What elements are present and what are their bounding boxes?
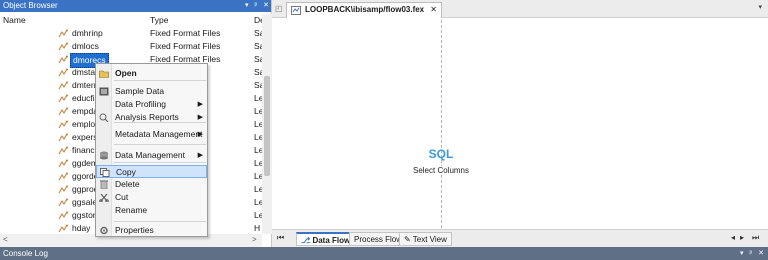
vertical-scrollbar[interactable] <box>262 14 272 234</box>
tab-list-icon[interactable]: ◰ <box>275 4 283 13</box>
panel-pin-icon[interactable]: ᵖ <box>749 247 752 260</box>
synonym-icon <box>58 159 68 168</box>
sql-node-title[interactable]: SQL <box>408 147 474 161</box>
tab-label: Text View <box>412 235 447 244</box>
copy-icon <box>100 168 110 177</box>
menu-item-delete[interactable]: Delete <box>96 178 207 191</box>
menu-separator <box>114 122 206 123</box>
synonym-icon <box>58 68 68 77</box>
document-tab-label: LOOPBACK\ibisamp/flow03.fex <box>305 5 425 14</box>
synonym-icon <box>58 107 68 116</box>
menu-item-label: Delete <box>115 179 140 189</box>
table-row[interactable]: dmhrinp Fixed Format Files Sa <box>0 27 264 40</box>
menu-separator <box>114 80 206 81</box>
editor-panel: ◰ LOOPBACK\ibisamp/flow03.fex ✕ ▾ SQL Se… <box>272 0 768 247</box>
tab-label: Process Flow <box>354 235 403 244</box>
document-tab-flow03[interactable]: LOOPBACK\ibisamp/flow03.fex ✕ <box>286 2 442 18</box>
column-header-type[interactable]: Type <box>150 14 168 26</box>
menu-item-copy[interactable]: Copy <box>96 165 207 178</box>
row-type: Fixed Format Files <box>150 41 221 51</box>
console-log-title: Console Log <box>3 249 48 258</box>
synonym-icon <box>58 198 68 207</box>
data-flow-icon: ⎇ <box>301 236 313 245</box>
synonym-icon <box>58 185 68 194</box>
menu-separator <box>114 162 206 163</box>
flow-canvas[interactable]: SQL Select Columns <box>275 20 765 228</box>
synonym-icon <box>58 224 68 233</box>
console-log-panel: Console Log ▾ ᵖ ✕ <box>0 247 768 260</box>
synonym-icon <box>58 133 68 142</box>
submenu-arrow-icon: ▶ <box>197 152 203 159</box>
tab-dropdown-icon[interactable]: ▾ <box>758 3 762 11</box>
menu-item-label: Sample Data <box>115 86 165 96</box>
analysis-icon <box>99 113 109 122</box>
row-type: Fixed Format Files <box>150 28 221 38</box>
object-browser-column-headers: Name Type Desci <box>0 14 275 26</box>
panel-menu-icon[interactable]: ▾ <box>740 247 744 260</box>
menu-item-label: Data Management <box>115 150 185 160</box>
menu-item-label: Open <box>115 68 137 78</box>
first-tab-icon[interactable]: ⏮ <box>277 233 284 243</box>
flow-connector-line <box>441 20 442 228</box>
object-browser-titlebar: Object Browser ▾ ᵖ ✕ <box>0 0 271 12</box>
data-management-icon <box>100 151 108 160</box>
view-tab-bar: ⏮ ⎇ Data Flow Process Flow ✎ Text View ◂… <box>272 229 768 247</box>
panel-close-icon[interactable]: ✕ <box>263 0 269 12</box>
menu-item-sample-data[interactable]: Sample Data <box>96 85 207 98</box>
menu-item-open[interactable]: Open <box>96 67 207 80</box>
panel-pin-icon[interactable]: ᵖ <box>254 0 257 12</box>
menu-item-label: Properties <box>115 225 154 235</box>
menu-item-label: Cut <box>115 192 129 202</box>
panel-close-icon[interactable]: ✕ <box>758 247 764 260</box>
menu-item-rename[interactable]: Rename <box>96 204 207 217</box>
sample-data-icon <box>99 87 109 96</box>
document-tab-bar: ◰ LOOPBACK\ibisamp/flow03.fex ✕ ▾ <box>272 0 768 18</box>
row-name: dmhrinp <box>72 28 103 38</box>
sql-node-subtitle[interactable]: Select Columns <box>403 166 479 175</box>
menu-item-label: Metadata Management <box>115 129 203 139</box>
properties-icon <box>100 226 108 235</box>
tab-label: Data Flow <box>312 236 351 245</box>
synonym-icon <box>58 172 68 181</box>
menu-item-data-profiling[interactable]: Data Profiling ▶ <box>96 98 207 111</box>
column-header-name[interactable]: Name <box>3 14 26 26</box>
submenu-arrow-icon: ▶ <box>197 131 203 138</box>
next-tab-icon[interactable]: ▸ <box>740 233 744 242</box>
menu-item-data-management[interactable]: Data Management ▶ <box>96 149 207 162</box>
menu-separator <box>114 221 206 222</box>
menu-item-cut[interactable]: Cut <box>96 191 207 204</box>
object-browser-title: Object Browser <box>3 1 58 10</box>
synonym-icon <box>58 211 68 220</box>
row-name: dmlocs <box>72 41 99 51</box>
tab-data-flow[interactable]: ⎇ Data Flow <box>296 232 356 246</box>
last-tab-icon[interactable]: ⏭ <box>752 233 759 243</box>
cut-icon <box>99 193 109 202</box>
delete-icon <box>100 180 108 189</box>
synonym-icon <box>58 146 68 155</box>
context-menu: Open Sample Data Data Profiling ▶ Analysis R… <box>95 63 208 237</box>
table-row[interactable]: dmlocs Fixed Format Files Sa <box>0 40 264 53</box>
menu-item-label: Rename <box>115 205 148 215</box>
synonym-icon <box>58 120 68 129</box>
scroll-left-arrow-icon[interactable]: < <box>3 235 8 244</box>
menu-item-properties[interactable]: Properties <box>96 224 207 237</box>
panel-menu-icon[interactable]: ▾ <box>245 0 249 12</box>
synonym-icon <box>58 55 68 64</box>
synonym-icon <box>58 94 68 103</box>
flow-document-icon <box>291 6 301 15</box>
menu-separator <box>114 144 206 145</box>
open-folder-icon <box>99 70 109 78</box>
submenu-arrow-icon: ▶ <box>197 101 203 108</box>
previous-tab-icon[interactable]: ◂ <box>731 233 735 242</box>
pencil-icon: ✎ <box>404 235 413 244</box>
scroll-right-arrow-icon[interactable]: > <box>252 235 257 244</box>
menu-item-label: Data Profiling <box>115 99 167 109</box>
tab-text-view[interactable]: ✎ Text View <box>399 232 452 246</box>
synonym-icon <box>58 29 68 38</box>
synonym-icon <box>58 81 68 90</box>
menu-item-metadata-management[interactable]: Metadata Management ▶ <box>96 128 207 141</box>
synonym-icon <box>58 42 68 51</box>
scrollbar-thumb[interactable] <box>264 76 270 176</box>
close-tab-icon[interactable]: ✕ <box>430 3 437 17</box>
